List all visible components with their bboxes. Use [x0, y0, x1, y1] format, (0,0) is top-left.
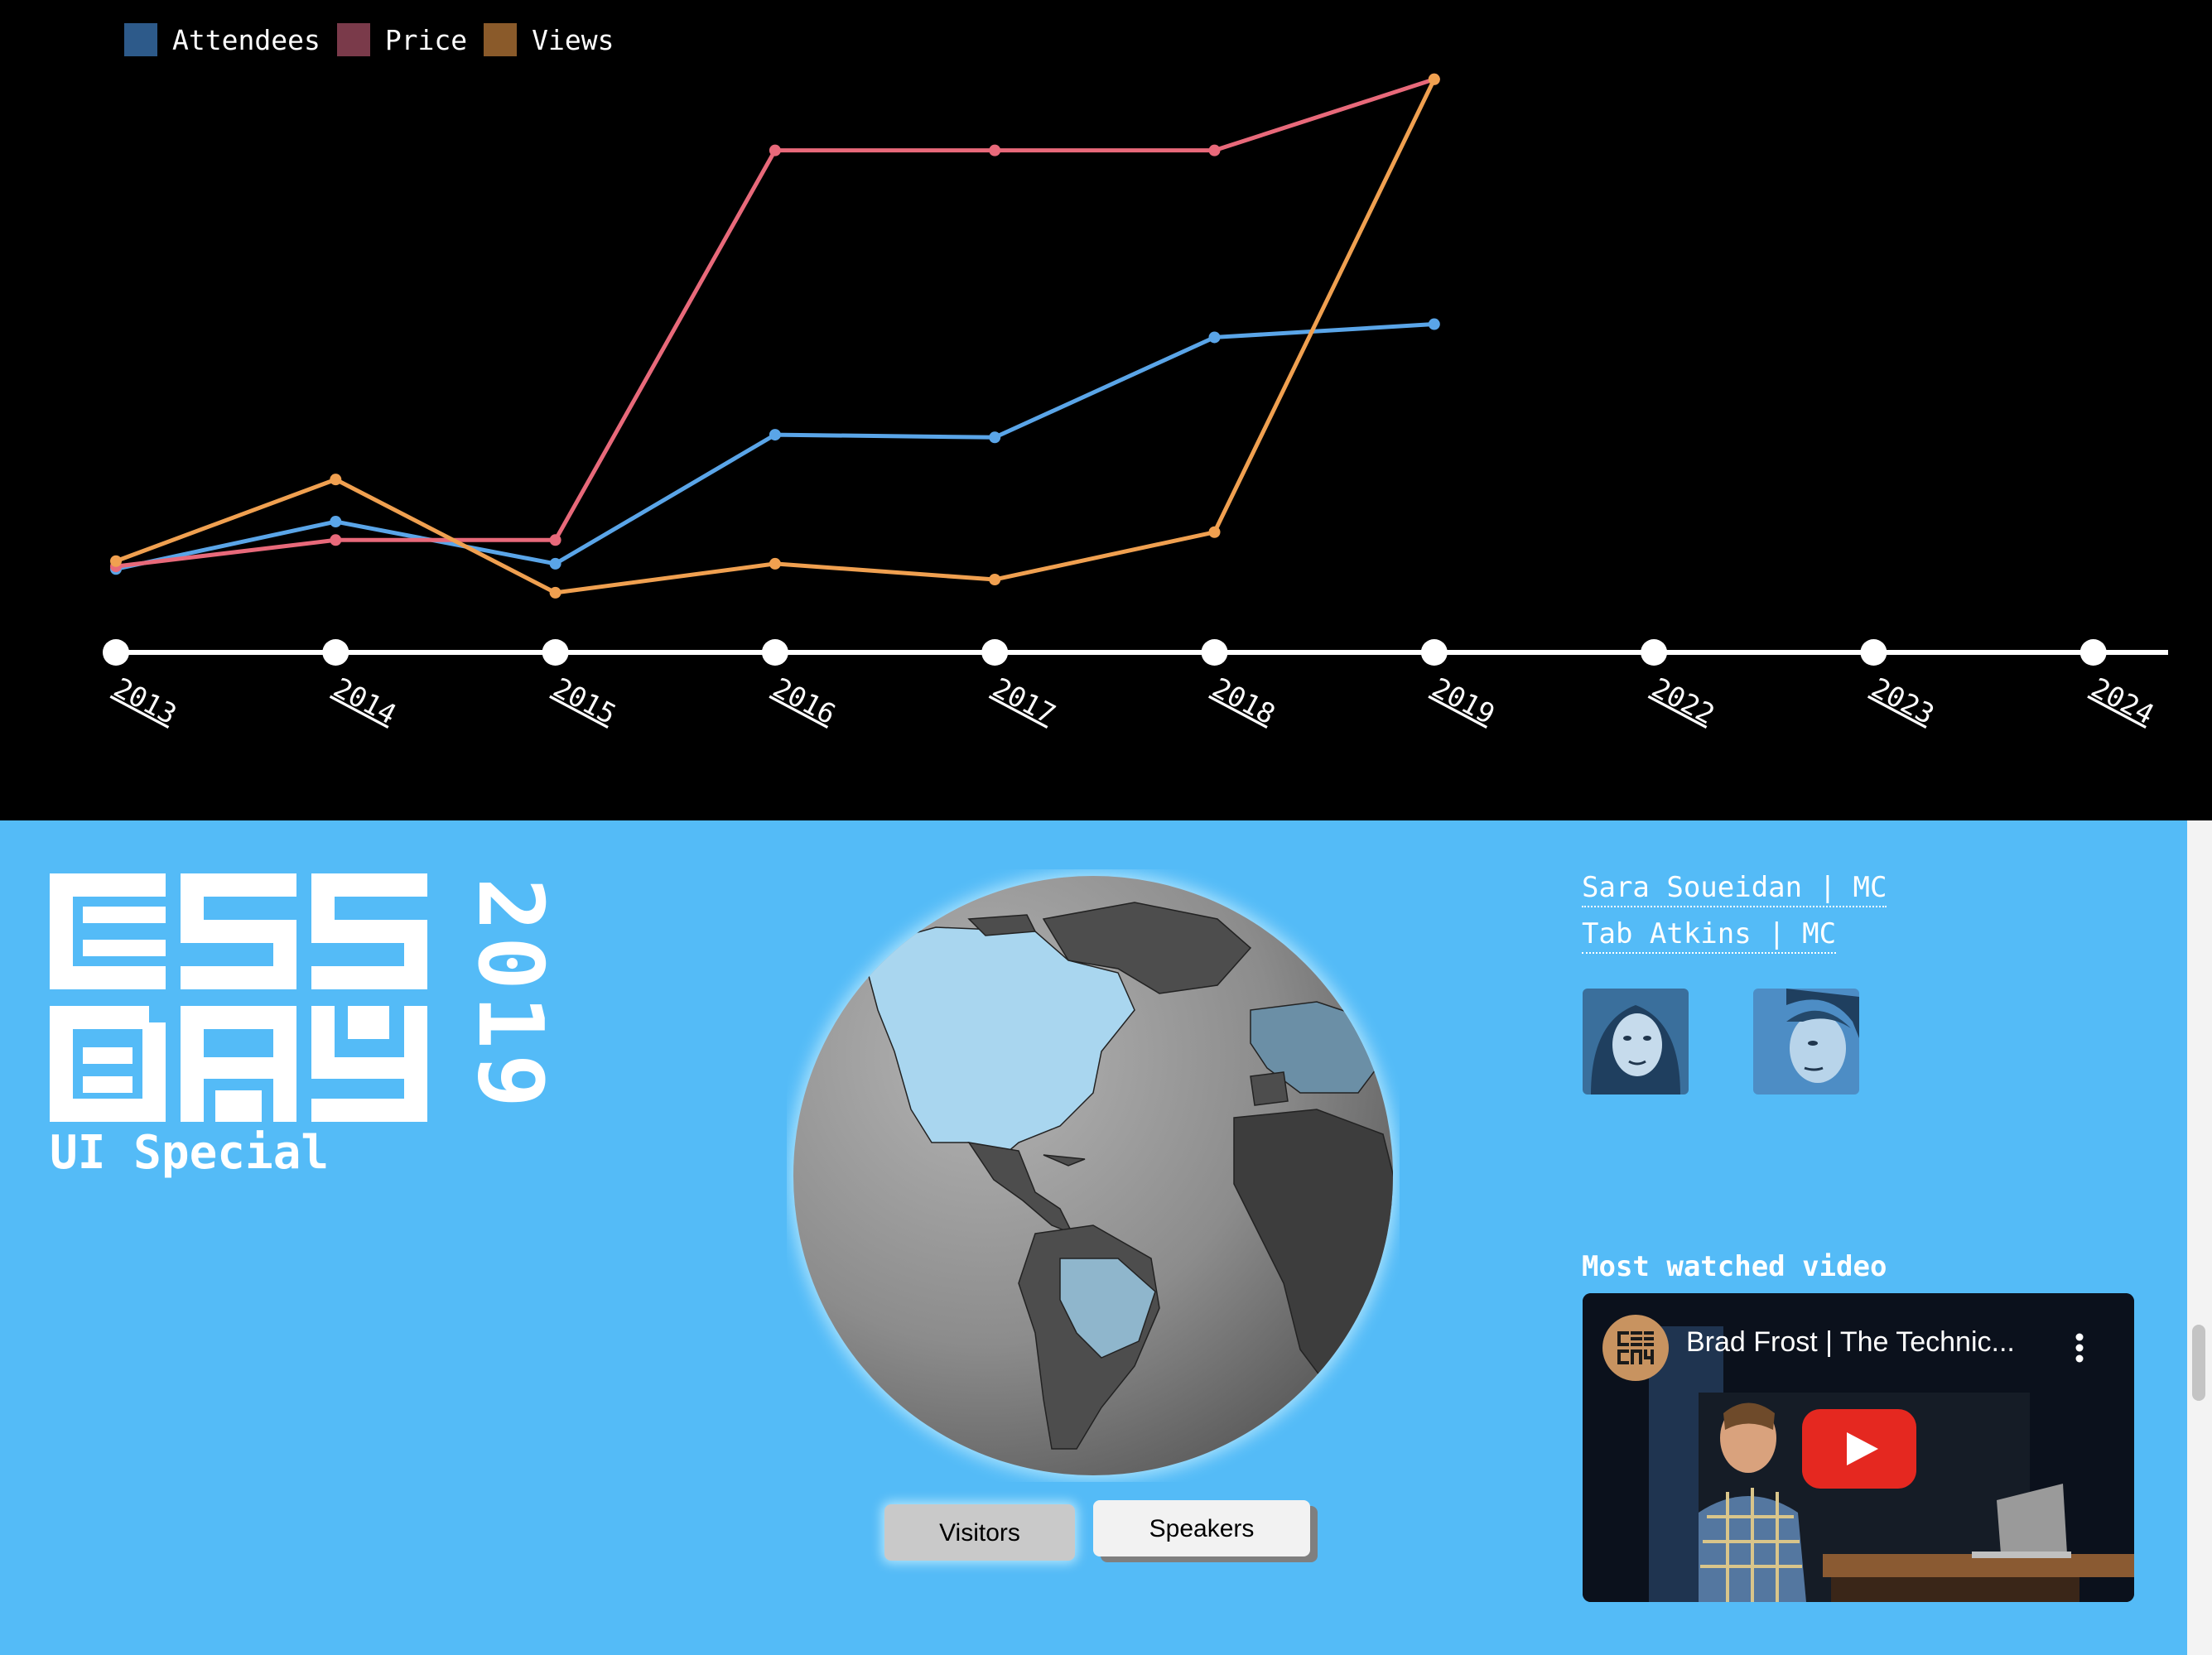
timeline-node-2018[interactable] [1201, 639, 1228, 666]
data-point-price[interactable] [769, 144, 781, 156]
timeline-node-2022[interactable] [1641, 639, 1668, 666]
mc-list: Sara Soueidan | MC Tab Atkins | MC [1582, 871, 1887, 964]
chart-section: Attendees Price Views 2013 2014 2015 2016 20… [0, 0, 2212, 820]
data-point-attendees[interactable] [1428, 318, 1440, 330]
timeline-node-2015[interactable] [542, 639, 569, 666]
data-point-views[interactable] [1208, 526, 1221, 538]
year-label-2017[interactable]: 2017 [987, 671, 1060, 731]
data-point-price[interactable] [989, 144, 1001, 156]
year-label-2013[interactable]: 2013 [108, 671, 181, 731]
data-point-views[interactable] [330, 474, 342, 486]
year-label-2018[interactable]: 2018 [1207, 671, 1280, 731]
css-day-logo [50, 873, 427, 1122]
video-title[interactable]: Brad Frost | The Technic... [1686, 1326, 2015, 1359]
visitors-globe[interactable] [787, 869, 1400, 1482]
timeline-node-2016[interactable] [761, 639, 788, 666]
most-watched-video-heading: Most watched video [1582, 1250, 1887, 1283]
scrollbar[interactable] [2187, 820, 2212, 1655]
year-label-2016[interactable]: 2016 [768, 671, 841, 731]
timeline-node-2023[interactable] [1860, 639, 1887, 666]
event-year-text: 2019 [458, 878, 561, 1114]
mc-link-sara-soueidan[interactable]: Sara Soueidan | MC [1582, 871, 1887, 907]
mc-link-tab-atkins[interactable]: Tab Atkins | MC [1582, 917, 1837, 954]
data-point-views[interactable] [1428, 73, 1440, 85]
data-point-attendees[interactable] [1208, 331, 1221, 344]
speakers-toggle-button[interactable]: Speakers [1093, 1500, 1310, 1556]
series-layer [110, 73, 1440, 599]
data-point-attendees[interactable] [769, 429, 781, 441]
scrollbar-thumb[interactable] [2192, 1325, 2205, 1401]
timeline-node-2024[interactable] [2079, 639, 2107, 666]
data-point-price[interactable] [1208, 144, 1221, 156]
youtube-play-icon[interactable] [1802, 1409, 1916, 1489]
year-label-2015[interactable]: 2015 [548, 671, 621, 731]
avatar[interactable] [1583, 989, 1689, 1095]
video-player[interactable]: Brad Frost | The Technic... [1583, 1293, 2134, 1602]
event-subtitle: UI Special [50, 1126, 330, 1180]
year-label-2014[interactable]: 2014 [329, 671, 402, 731]
year-timeline: 2013 2014 2015 2016 2017 2018 2019 2022 2023 2024 [103, 639, 2168, 730]
data-point-views[interactable] [110, 555, 122, 567]
visitors-toggle-button[interactable]: Visitors [884, 1504, 1075, 1561]
timeline-node-2019[interactable] [1420, 639, 1448, 666]
more-options-icon[interactable] [2075, 1333, 2084, 1363]
year-label-2022[interactable]: 2022 [1646, 671, 1719, 731]
year-label-2023[interactable]: 2023 [1867, 671, 1940, 731]
timeline-node-2017[interactable] [981, 639, 1009, 666]
timeline-node-2013[interactable] [103, 639, 129, 666]
data-point-attendees[interactable] [549, 557, 561, 570]
data-point-views[interactable] [989, 574, 1001, 585]
data-point-attendees[interactable] [330, 516, 342, 528]
channel-logo[interactable] [1602, 1315, 1669, 1381]
year-label-2024[interactable]: 2024 [2086, 671, 2159, 731]
data-point-attendees[interactable] [989, 431, 1001, 444]
event-year: 2019 [458, 878, 563, 1134]
data-point-views[interactable] [769, 557, 781, 570]
data-point-views[interactable] [549, 586, 561, 599]
year-label-2019[interactable]: 2019 [1427, 671, 1500, 731]
data-point-price[interactable] [330, 534, 342, 546]
timeline-node-2014[interactable] [322, 639, 349, 666]
avatar[interactable] [1753, 989, 1859, 1095]
series-line-attendees [115, 322, 1434, 571]
line-chart: 2013 2014 2015 2016 2017 2018 2019 2022 2023 2024 [103, 73, 2168, 730]
data-point-price[interactable] [549, 534, 561, 546]
